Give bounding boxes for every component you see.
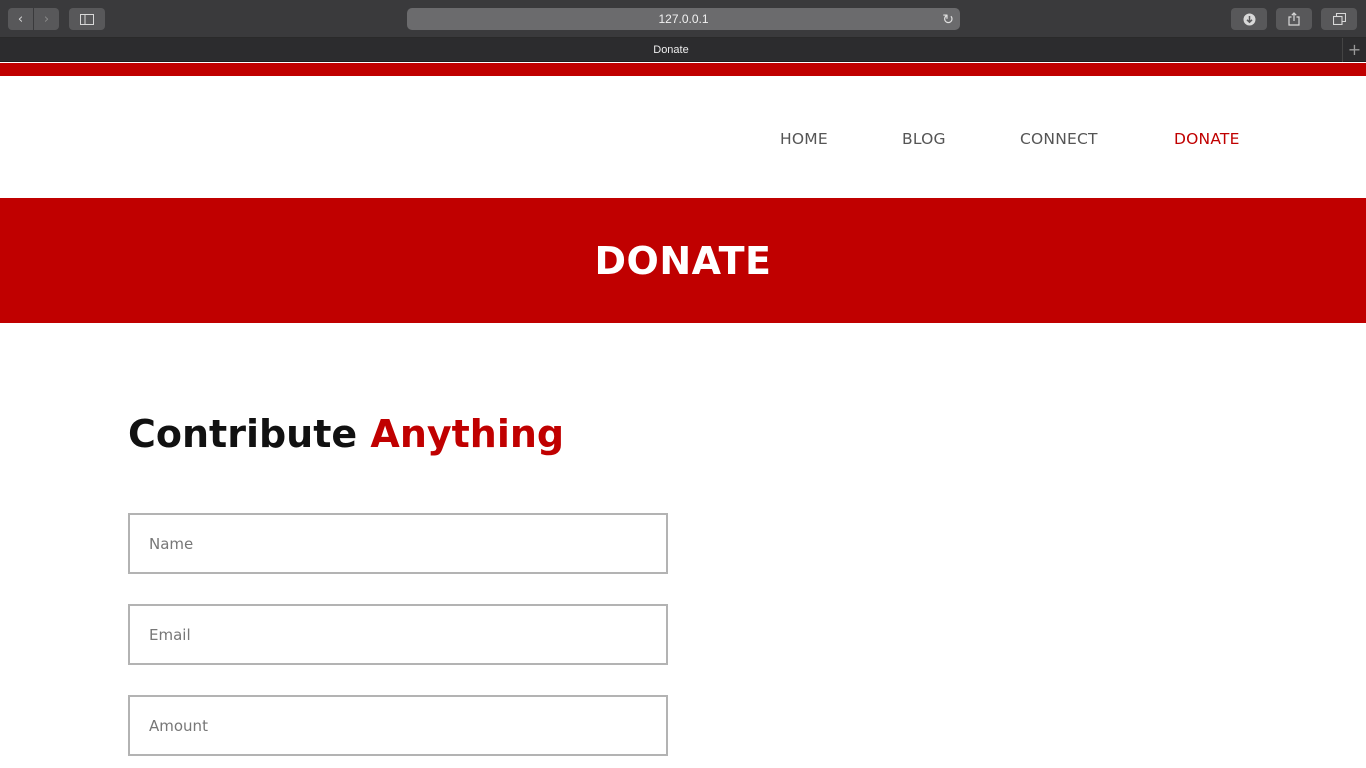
name-field[interactable] xyxy=(128,513,668,574)
chevron-left-icon: ‹ xyxy=(17,11,24,27)
site-header: HOME BLOG CONNECT DONATE xyxy=(0,76,1366,198)
back-button[interactable]: ‹ xyxy=(8,8,33,30)
browser-toolbar: ‹ › 127.0.0.1 ↻ xyxy=(0,0,1366,38)
nav-connect-link[interactable]: CONNECT xyxy=(1020,130,1098,148)
section-heading: Contribute Anything xyxy=(128,412,564,456)
section-heading-plain: Contribute xyxy=(128,412,358,456)
downloads-button[interactable] xyxy=(1231,8,1267,30)
reload-icon[interactable]: ↻ xyxy=(942,11,954,28)
share-icon xyxy=(1288,12,1300,26)
email-field[interactable] xyxy=(128,604,668,665)
amount-field[interactable] xyxy=(128,695,668,756)
url-text: 127.0.0.1 xyxy=(658,12,709,26)
share-button[interactable] xyxy=(1276,8,1312,30)
page-banner: DONATE xyxy=(0,198,1366,323)
nav-donate-link[interactable]: DONATE xyxy=(1174,130,1240,148)
tabs-icon xyxy=(1332,13,1346,25)
section-heading-accent: Anything xyxy=(370,412,565,456)
download-icon xyxy=(1243,13,1255,25)
address-bar[interactable]: 127.0.0.1 ↻ xyxy=(407,8,960,30)
nav-blog-link[interactable]: BLOG xyxy=(902,130,946,148)
tab-overview-button[interactable] xyxy=(1321,8,1357,30)
chevron-right-icon: › xyxy=(43,11,50,27)
new-tab-button[interactable]: + xyxy=(1342,38,1366,62)
tab-title[interactable]: Donate xyxy=(0,38,1342,62)
sidebar-toggle-button[interactable] xyxy=(69,8,105,30)
top-accent-strip xyxy=(0,63,1366,76)
forward-button[interactable]: › xyxy=(34,8,59,30)
sidebar-icon xyxy=(80,13,94,25)
page-title: DONATE xyxy=(594,238,772,283)
nav-home-link[interactable]: HOME xyxy=(780,130,828,148)
tab-bar: Donate + xyxy=(0,38,1366,62)
plus-icon: + xyxy=(1347,40,1362,59)
